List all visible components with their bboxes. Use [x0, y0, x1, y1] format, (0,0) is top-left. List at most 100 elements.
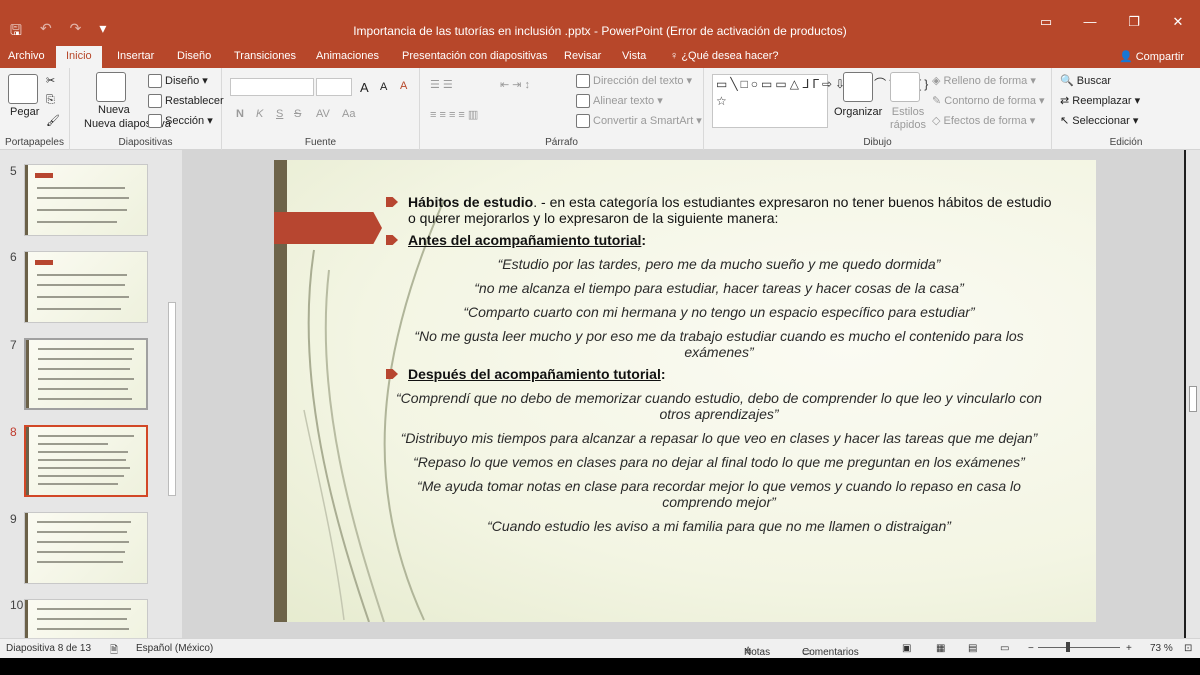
indent-icon[interactable]: ⇤ ⇥ ↕ [500, 78, 530, 91]
text-direction-button[interactable]: Dirección del texto ▾ [576, 74, 692, 89]
quick-styles-icon[interactable] [890, 72, 920, 102]
maximize-icon[interactable]: ❐ [1112, 14, 1156, 30]
shape-fill-button[interactable]: ◈ Relleno de forma ▾ [932, 74, 1036, 87]
slide-content: Hábitos de estudio. - en esta categoría … [384, 194, 1054, 542]
smartart-button[interactable]: Convertir a SmartArt ▾ [576, 114, 702, 129]
group-portapapeles: Pegar ✂ ⎘ 🖌 Portapapeles [0, 68, 70, 150]
thumb-line [37, 541, 129, 543]
tab-vista[interactable]: Vista [622, 50, 646, 62]
tab-presentacion[interactable]: Presentación con diapositivas [402, 50, 548, 62]
quote: “Repaso lo que vemos en clases para no d… [413, 454, 1025, 470]
shape-effects-button[interactable]: ◇ Efectos de forma ▾ [932, 114, 1035, 127]
font-size-field[interactable] [316, 78, 352, 96]
fit-slide-icon[interactable]: ⊡ [1184, 643, 1192, 654]
paste-button[interactable]: Pegar [10, 106, 39, 118]
thumbnail-scrollbar[interactable] [165, 150, 179, 638]
quote: “Estudio por las tardes, pero me da much… [497, 256, 941, 272]
group-label: Diapositivas [118, 137, 173, 148]
select-button[interactable]: ↖ Seleccionar ▾ [1060, 114, 1138, 127]
slide-sorter-icon[interactable]: ▦ [936, 643, 945, 654]
select-label: Seleccionar [1072, 115, 1130, 127]
effects-icon: ◇ [932, 115, 941, 127]
layout-button[interactable]: Diseño ▾ [148, 74, 208, 89]
thumb-line [38, 358, 132, 360]
thumb-number: 10 [10, 598, 24, 612]
ribbon: Pegar ✂ ⎘ 🖌 Portapapeles Nueva Nueva dia… [0, 68, 1200, 150]
slide-counter: Diapositiva 8 de 13 [6, 643, 92, 654]
tab-inicio[interactable]: Inicio [56, 46, 102, 68]
reading-view-icon[interactable]: ▤ [968, 643, 977, 654]
replace-icon: ⇄ [1060, 95, 1070, 107]
quote: “Distribuyo mis tiempos para alcanzar a … [400, 430, 1038, 446]
char-spacing-button[interactable]: AV [316, 108, 330, 120]
ribbon-options-icon[interactable]: ▭ [1024, 14, 1068, 30]
copy-icon[interactable]: ⎘ [46, 94, 55, 107]
language-status[interactable]: Español (México) [136, 643, 213, 654]
close-icon[interactable]: ✕ [1156, 14, 1200, 30]
tab-archivo[interactable]: Archivo [8, 50, 45, 62]
align-icons[interactable]: ≡ ≡ ≡ ≡ ▥ [430, 108, 478, 121]
thumb-line [38, 451, 128, 453]
bold-button[interactable]: N [236, 108, 244, 120]
zoom-in-icon[interactable]: + [1126, 643, 1132, 654]
normal-view-icon[interactable]: ▣ [902, 643, 911, 654]
zoom-slider-knob[interactable] [1066, 642, 1070, 652]
slide-thumbnail-10[interactable] [24, 599, 148, 638]
thumb-line [38, 368, 130, 370]
group-diapositivas: Nueva Nueva diapositiva Diseño ▾ Restabl… [70, 68, 224, 150]
canvas-scrollbar[interactable] [1186, 150, 1200, 638]
grow-font-button[interactable]: A [360, 80, 369, 95]
scrollbar-thumb[interactable] [1189, 386, 1197, 412]
new-slide-icon[interactable] [96, 72, 126, 102]
bullets-icon[interactable]: ☰ ☰ [430, 78, 453, 91]
share-button[interactable]: 👤 Compartir [1119, 50, 1184, 63]
change-case-button[interactable]: Aa [342, 108, 355, 120]
zoom-out-icon[interactable]: − [1028, 643, 1034, 654]
scrollbar-thumb[interactable] [168, 302, 176, 496]
section-button[interactable]: Sección ▾ [148, 114, 213, 129]
underline-button[interactable]: S [276, 108, 283, 120]
align-text-label: Alinear texto [593, 95, 655, 107]
new-slide-label[interactable]: Nueva [98, 104, 130, 116]
reset-button[interactable]: Restablecer [148, 94, 224, 108]
replace-button[interactable]: ⇄ Reemplazar ▾ [1060, 94, 1140, 107]
group-label: Dibujo [863, 137, 892, 148]
tab-diseno[interactable]: Diseño [177, 50, 211, 62]
tab-transiciones[interactable]: Transiciones [234, 50, 296, 62]
shrink-font-button[interactable]: A [380, 81, 387, 93]
arrange-button[interactable]: Organizar [834, 106, 882, 118]
tab-insertar[interactable]: Insertar [117, 50, 154, 62]
paste-icon[interactable] [8, 74, 38, 104]
format-painter-icon[interactable]: 🖌 [46, 114, 60, 127]
quick-styles-button[interactable]: Estilos rápidos [888, 106, 928, 132]
slideshow-icon[interactable]: ▭ [1000, 643, 1009, 654]
cut-icon[interactable]: ✂ [46, 74, 55, 87]
slide-thumbnail-9[interactable] [24, 512, 148, 584]
tell-me-search[interactable]: ♀ ¿Qué desea hacer? [670, 50, 779, 62]
tab-revisar[interactable]: Revisar [564, 50, 601, 62]
minimize-icon[interactable]: — [1068, 14, 1112, 30]
tab-animaciones[interactable]: Animaciones [316, 50, 379, 62]
italic-button[interactable]: K [256, 108, 263, 120]
thumb-line [38, 467, 130, 469]
strike-button[interactable]: S [294, 108, 301, 120]
bullet-heading: Hábitos de estudio [408, 194, 534, 210]
arrange-icon[interactable] [843, 72, 873, 102]
current-slide[interactable]: Hábitos de estudio. - en esta categoría … [274, 160, 1096, 622]
font-name-field[interactable] [230, 78, 314, 96]
slide-thumbnail-7[interactable] [24, 338, 148, 410]
screen-border [0, 658, 1200, 675]
shape-outline-button[interactable]: ✎ Contorno de forma ▾ [932, 94, 1045, 107]
zoom-slider[interactable] [1038, 647, 1120, 648]
clear-format-button[interactable]: A [400, 80, 407, 92]
slide-thumbnail-8[interactable] [24, 425, 148, 497]
title-bar: 🖫 ↶ ↷ ▾ Importancia de las tutorías en i… [0, 0, 1200, 46]
slide-thumbnail-5[interactable] [24, 164, 148, 236]
shapes-gallery[interactable]: ▭╲□○▭▭△ᒧᒥ⇨⇩⇦⊕⌒⌒∿{}☆ [712, 74, 928, 128]
find-button[interactable]: 🔍 Buscar [1060, 74, 1111, 87]
window-controls: ▭ — ❐ ✕ [1024, 14, 1200, 30]
align-text-button[interactable]: Alinear texto ▾ [576, 94, 663, 109]
slide-thumbnail-6[interactable] [24, 251, 148, 323]
zoom-level[interactable]: 73 % [1150, 643, 1173, 654]
thumb-line [37, 618, 127, 620]
